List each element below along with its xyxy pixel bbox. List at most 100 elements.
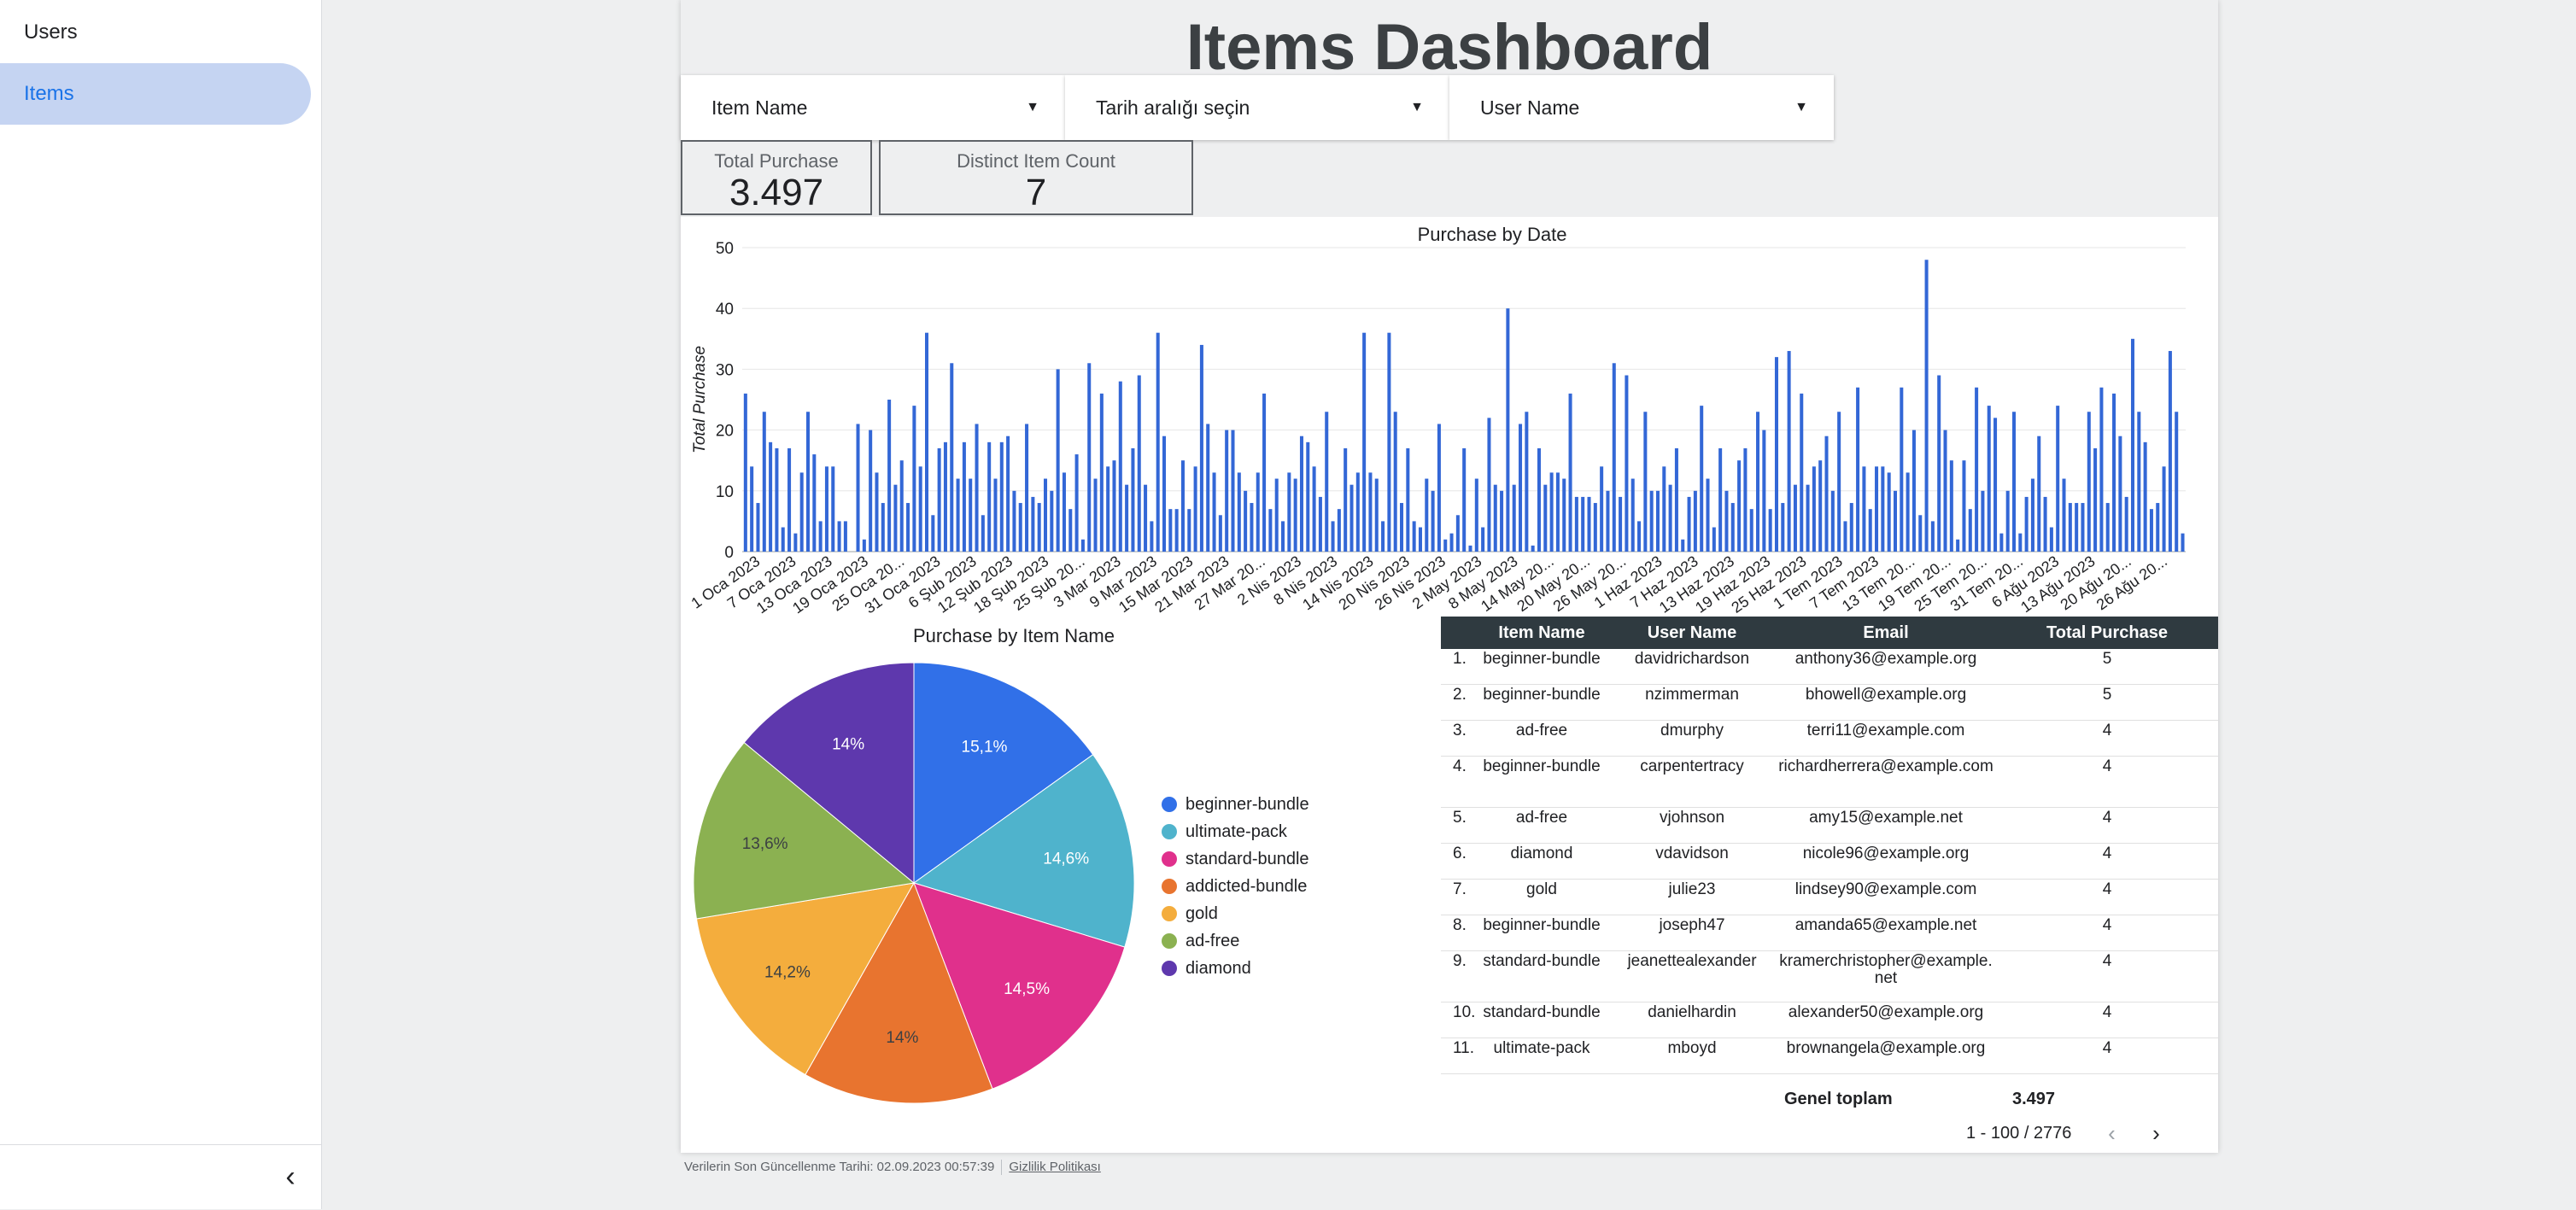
bar[interactable] [1943, 430, 1947, 552]
bar[interactable] [931, 515, 935, 552]
chevron-left-icon[interactable]: ‹ [2099, 1120, 2124, 1147]
bar[interactable] [1106, 466, 1110, 552]
bar[interactable] [1649, 490, 1654, 552]
bar[interactable] [1519, 424, 1523, 552]
bar[interactable] [1449, 533, 1454, 552]
bar[interactable] [2049, 527, 2053, 552]
bar[interactable] [1493, 484, 1497, 552]
bar[interactable] [1268, 509, 1273, 552]
bar[interactable] [1918, 515, 1923, 552]
bar[interactable] [1962, 460, 1966, 552]
purchase-by-item-pie-chart[interactable]: 15,1% 14,6% 14,5% 14% 14,2% 13,6% 14% [681, 644, 1159, 1122]
bar[interactable] [1818, 460, 1823, 552]
bar[interactable] [1031, 496, 1035, 552]
table-row[interactable]: 9. standard-bundle jeanettealexander kramer… [1441, 951, 2218, 1002]
bar[interactable] [1900, 387, 1904, 552]
bar[interactable] [1393, 412, 1397, 552]
table-row[interactable]: 4. beginner-bundle carpentertracy richardhe… [1441, 757, 2218, 808]
bar[interactable] [1856, 387, 1860, 552]
bar[interactable] [762, 412, 766, 552]
bar[interactable] [1555, 472, 1560, 552]
bar[interactable] [2143, 441, 2147, 552]
bar[interactable] [743, 393, 747, 552]
bar[interactable] [756, 503, 760, 552]
bar[interactable] [950, 363, 954, 552]
bar[interactable] [918, 466, 922, 552]
bar[interactable] [1637, 521, 1642, 552]
bar[interactable] [1256, 472, 1260, 552]
bar[interactable] [1193, 466, 1197, 552]
bar[interactable] [2062, 478, 2066, 552]
bar[interactable] [1674, 447, 1678, 552]
bar[interactable] [1237, 472, 1241, 552]
bar[interactable] [1381, 521, 1385, 552]
bar[interactable] [1093, 478, 1098, 552]
bar[interactable] [1562, 478, 1566, 552]
bar[interactable] [1306, 441, 1310, 552]
bar[interactable] [1118, 381, 1122, 552]
bar[interactable] [1293, 478, 1297, 552]
bar[interactable] [1756, 412, 1760, 552]
table-row[interactable]: 8. beginner-bundle joseph47 amanda65@exampl… [1441, 915, 2218, 951]
bar[interactable] [2056, 406, 2060, 552]
bar[interactable] [2130, 338, 2135, 552]
header-total-purchase[interactable]: Total Purchase [1996, 617, 2218, 649]
bar[interactable] [2137, 412, 2141, 552]
bar[interactable] [975, 424, 979, 552]
bar[interactable] [1012, 490, 1016, 552]
bar[interactable] [1387, 332, 1391, 552]
bar[interactable] [1693, 490, 1697, 552]
bar[interactable] [1968, 509, 1972, 552]
item-name-filter[interactable]: Item Name ▼ [681, 75, 1065, 140]
bar[interactable] [1287, 472, 1291, 552]
dropdown-arrow-icon[interactable]: ▼ [1794, 75, 1808, 140]
bar[interactable] [1981, 490, 1985, 552]
bar[interactable] [1781, 503, 1785, 552]
bar[interactable] [1737, 460, 1742, 552]
bar[interactable] [1862, 466, 1866, 552]
bar[interactable] [987, 441, 992, 552]
legend-item[interactable]: standard-bundle [1162, 845, 1309, 873]
bar[interactable] [1250, 503, 1254, 552]
legend-item[interactable]: diamond [1162, 955, 1309, 982]
bar[interactable] [750, 466, 754, 552]
bar[interactable] [1018, 503, 1022, 552]
bar[interactable] [1837, 412, 1841, 552]
bar[interactable] [1312, 466, 1316, 552]
bar[interactable] [1774, 357, 1778, 552]
bar[interactable] [1131, 447, 1135, 552]
bar[interactable] [1806, 484, 1810, 552]
bar[interactable] [793, 533, 798, 552]
bar[interactable] [1468, 545, 1472, 552]
bar[interactable] [1655, 490, 1660, 552]
bar[interactable] [2068, 503, 2072, 552]
bar[interactable] [1062, 472, 1066, 552]
table-row[interactable]: 7. gold julie23 lindsey90@example.com 4 [1441, 880, 2218, 915]
bar[interactable] [2168, 351, 2172, 552]
bar[interactable] [831, 466, 835, 552]
bar[interactable] [1930, 521, 1935, 552]
bar[interactable] [2105, 503, 2110, 552]
bar[interactable] [1643, 412, 1648, 552]
legend-item[interactable]: ultimate-pack [1162, 818, 1309, 845]
bar[interactable] [993, 478, 998, 552]
sidebar-item-items[interactable]: Items [0, 63, 311, 125]
bar[interactable] [1231, 430, 1235, 552]
header-email[interactable]: Email [1776, 617, 1996, 649]
bar[interactable] [2005, 490, 2010, 552]
bar[interactable] [1244, 490, 1248, 552]
bar[interactable] [1531, 545, 1535, 552]
bar[interactable] [1337, 509, 1341, 552]
bar[interactable] [2149, 509, 2153, 552]
bar[interactable] [1956, 539, 1960, 552]
bar[interactable] [2024, 496, 2029, 552]
bar[interactable] [1281, 521, 1285, 552]
dropdown-arrow-icon[interactable]: ▼ [1026, 75, 1039, 140]
bar[interactable] [1156, 332, 1160, 552]
bar[interactable] [1787, 351, 1791, 552]
bar[interactable] [1793, 484, 1797, 552]
bar[interactable] [856, 424, 860, 552]
bar[interactable] [1112, 460, 1116, 552]
bar[interactable] [2030, 478, 2034, 552]
bar[interactable] [1431, 490, 1435, 552]
